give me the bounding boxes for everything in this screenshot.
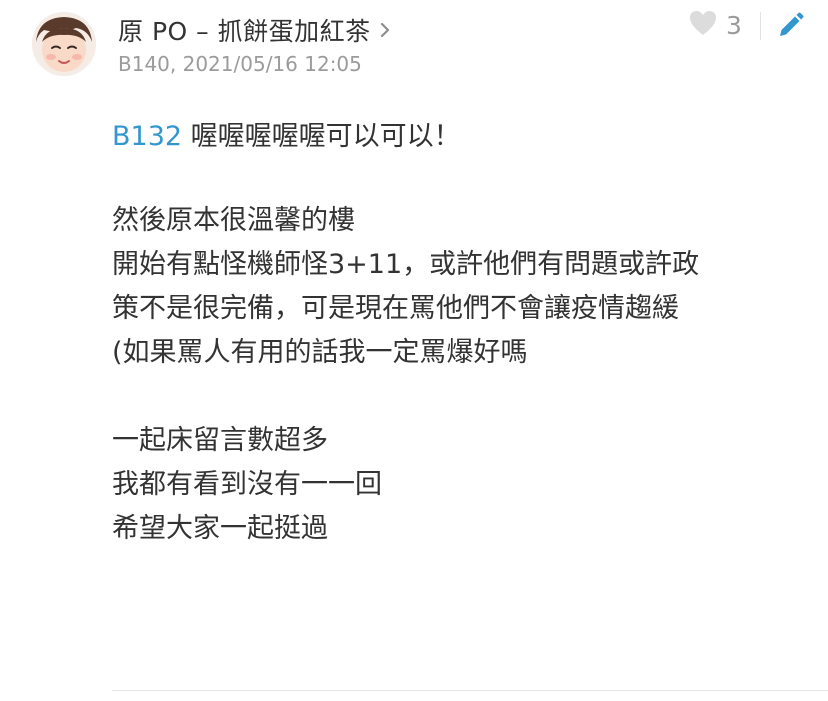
like-button[interactable]: 3 bbox=[688, 10, 742, 40]
author-name[interactable]: 原 PO – 抓餅蛋加紅茶 bbox=[118, 12, 371, 48]
comment-text: 喔喔喔喔喔可以可以！ bbox=[182, 121, 461, 152]
comment-divider bbox=[112, 690, 828, 691]
comment-line: (如果罵人有用的話我一定罵爆好嗎 bbox=[112, 337, 528, 368]
avatar-face-icon bbox=[32, 12, 96, 76]
comment-line: 希望大家一起挺過 bbox=[112, 513, 328, 544]
comment-line: 開始有點怪機師怪3+11，或許他們有問題或許政 bbox=[112, 249, 700, 280]
comment-line: 然後原本很溫馨的樓 bbox=[112, 205, 355, 236]
header-divider bbox=[760, 12, 761, 40]
comment-line: 策不是很完備，可是現在罵他們不會讓疫情趨緩 bbox=[112, 293, 679, 324]
post-meta: B140, 2021/05/16 12:05 bbox=[118, 52, 362, 76]
comment-body: B132 喔喔喔喔喔可以可以！ 然後原本很溫馨的樓 開始有點怪機師怪3+11，或… bbox=[112, 115, 812, 551]
comment-line: 一起床留言數超多 bbox=[112, 425, 328, 456]
author-row[interactable]: 原 PO – 抓餅蛋加紅茶 bbox=[118, 12, 393, 48]
like-count: 3 bbox=[726, 10, 742, 40]
comment-line: B132 喔喔喔喔喔可以可以！ bbox=[112, 115, 812, 159]
avatar[interactable] bbox=[32, 12, 96, 76]
pencil-icon[interactable] bbox=[776, 12, 804, 40]
reply-reference-link[interactable]: B132 bbox=[112, 121, 182, 152]
chevron-right-icon[interactable] bbox=[379, 20, 393, 40]
comment-card: 原 PO – 抓餅蛋加紅茶 B140, 2021/05/16 12:05 3 B… bbox=[0, 0, 828, 701]
heart-icon[interactable] bbox=[688, 9, 718, 41]
comment-line: 我都有看到沒有一一回 bbox=[112, 469, 382, 500]
